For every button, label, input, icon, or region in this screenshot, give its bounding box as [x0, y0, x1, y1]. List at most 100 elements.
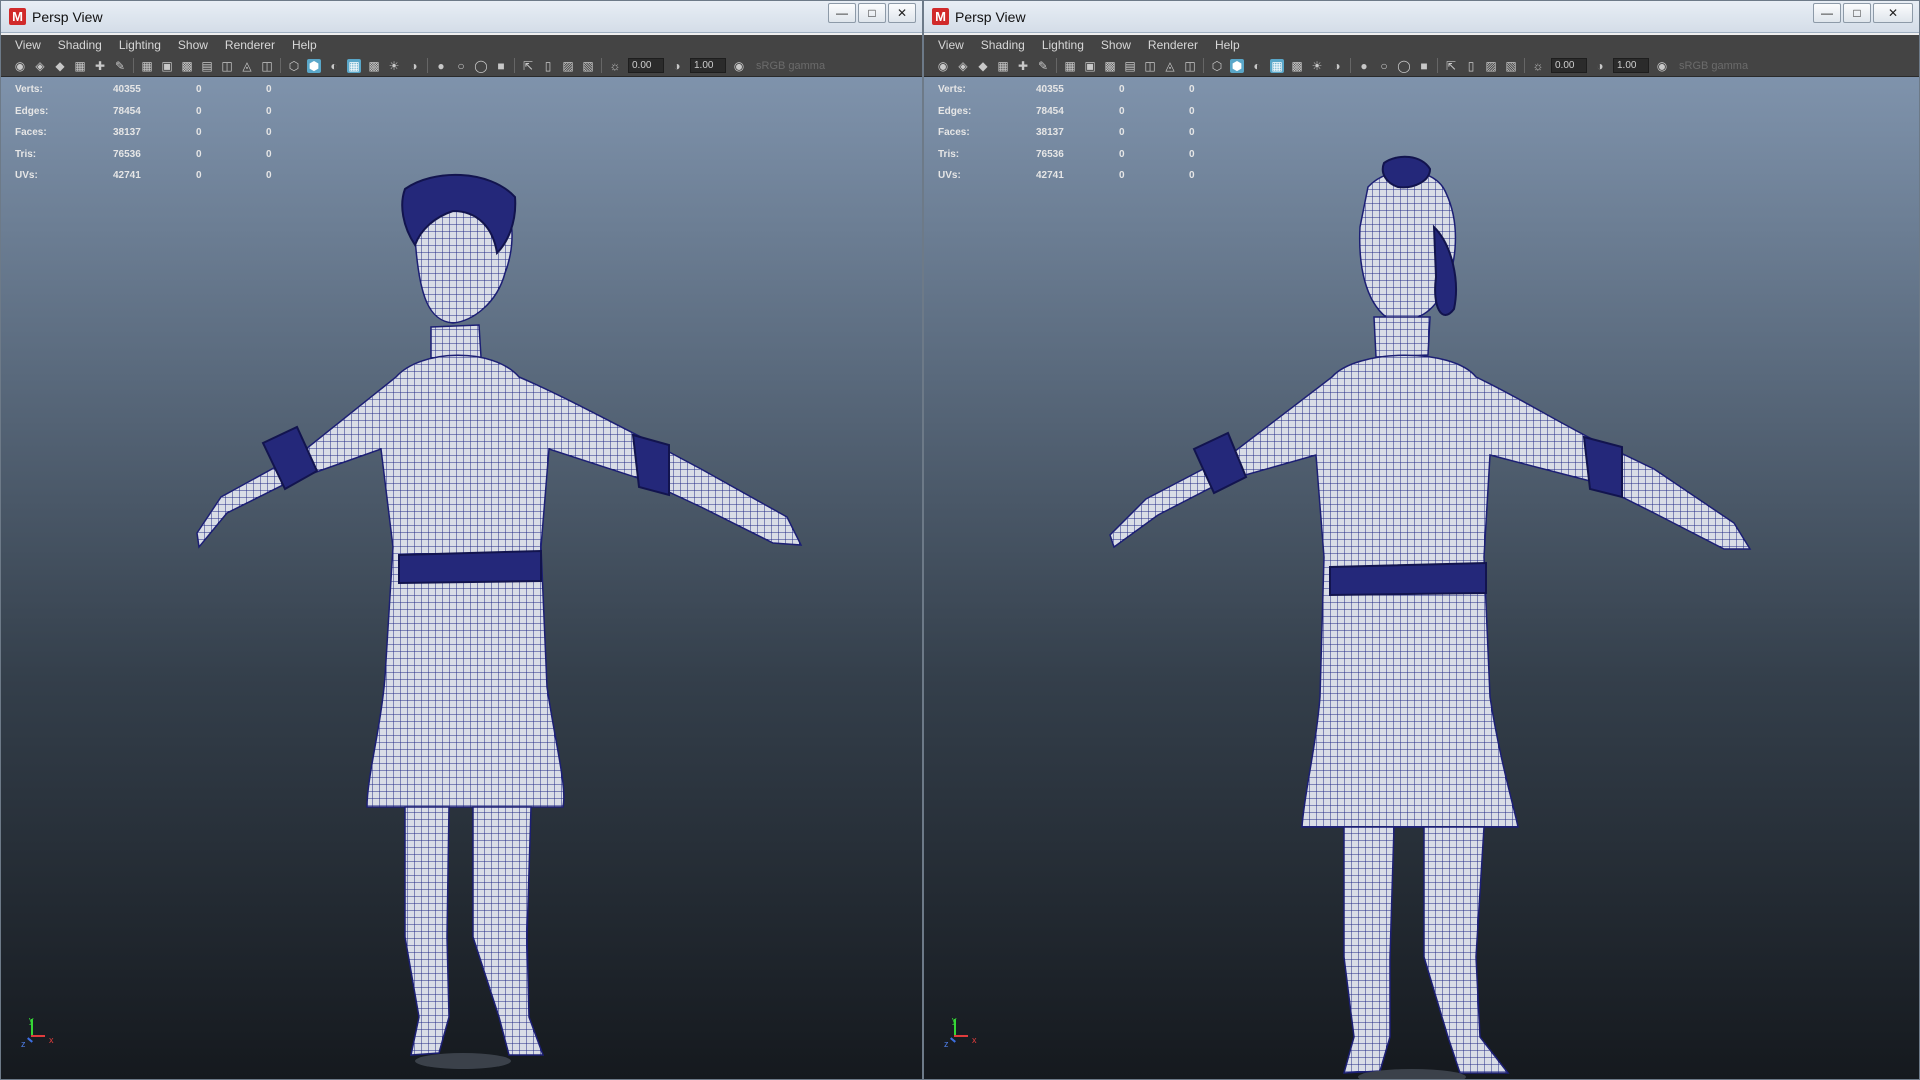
maximize-button[interactable]: □ [1843, 3, 1871, 23]
exposure-icon[interactable]: ☼ [608, 59, 622, 73]
menu-bar: View Shading Lighting Show Renderer Help [924, 35, 1919, 55]
lights-icon[interactable]: ☀ [387, 59, 401, 73]
grease-pencil-icon[interactable]: ✎ [1036, 59, 1050, 73]
menu-show[interactable]: Show [178, 35, 208, 55]
image-plane-icon[interactable]: ▦ [996, 59, 1010, 73]
gamma-field[interactable]: 1.00 [1613, 58, 1649, 73]
safe-title-icon[interactable]: ◫ [1183, 59, 1197, 73]
wireframe-icon[interactable]: ⬡ [1210, 59, 1224, 73]
wireframe-on-shaded-icon[interactable]: ▦ [1270, 58, 1284, 73]
backface-culling-icon[interactable]: ▧ [581, 59, 595, 73]
title-bar[interactable]: M Persp View — □ ✕ [1, 1, 922, 33]
menu-renderer[interactable]: Renderer [225, 35, 275, 55]
resolution-gate-icon[interactable]: ▩ [1103, 59, 1117, 73]
menu-help[interactable]: Help [292, 35, 317, 55]
grid-icon[interactable]: ▦ [1063, 59, 1077, 73]
close-button[interactable]: ✕ [888, 3, 916, 23]
depth-of-field-icon[interactable]: ■ [1417, 59, 1431, 73]
menu-shading[interactable]: Shading [58, 35, 102, 55]
menu-renderer[interactable]: Renderer [1148, 35, 1198, 55]
view-axis-indicator: y x z [944, 1015, 977, 1049]
panel-toolbar: ◉ ◈ ◆ ▦ ✚ ✎ ▦ ▣ ▩ ▤ ◫ ◬ ◫ ⬡ ⬢ ◐ ▦ ▩ ☀ ◑ … [924, 55, 1919, 77]
anti-alias-icon[interactable]: ◯ [474, 59, 488, 73]
film-gate-icon[interactable]: ▣ [160, 59, 174, 73]
default-material-icon[interactable]: ◐ [1250, 59, 1264, 73]
bookmark-icon[interactable]: ◆ [53, 59, 67, 73]
color-management-icon[interactable]: ◉ [1655, 59, 1669, 73]
isolate-select-icon[interactable]: ⇱ [521, 59, 535, 73]
exposure-field[interactable]: 0.00 [628, 58, 664, 73]
persp-view-window-right: M Persp View — □ ✕ View Shading Lighting… [923, 0, 1920, 1080]
minimize-button[interactable]: — [828, 3, 856, 23]
menu-lighting[interactable]: Lighting [1042, 35, 1084, 55]
textured-icon[interactable]: ▩ [1290, 59, 1304, 73]
panel-toolbar: ◉ ◈ ◆ ▦ ✚ ✎ ▦ ▣ ▩ ▤ ◫ ◬ ◫ ⬡ ⬢ ◐ ▦ ▩ ☀ ◑ … [1, 55, 922, 77]
lights-icon[interactable]: ☀ [1310, 59, 1324, 73]
shadows-icon[interactable]: ◑ [407, 59, 421, 73]
isolate-select-icon[interactable]: ⇱ [1444, 59, 1458, 73]
camera-attributes-icon[interactable]: ◈ [956, 59, 970, 73]
color-space-label[interactable]: sRGB gamma [752, 60, 825, 72]
wireframe-icon[interactable]: ⬡ [287, 59, 301, 73]
menu-view[interactable]: View [15, 35, 41, 55]
color-space-label[interactable]: sRGB gamma [1675, 60, 1748, 72]
two-d-pan-icon[interactable]: ✚ [93, 59, 107, 73]
shadows-icon[interactable]: ◑ [1330, 59, 1344, 73]
menu-bar: View Shading Lighting Show Renderer Help [1, 35, 922, 55]
minimize-button[interactable]: — [1813, 3, 1841, 23]
xray-joints-icon[interactable]: ▨ [561, 59, 575, 73]
character-mesh-back[interactable] [924, 77, 1919, 1079]
motion-blur-icon[interactable]: ○ [1377, 59, 1391, 73]
backface-culling-icon[interactable]: ▧ [1504, 59, 1518, 73]
title-bar[interactable]: M Persp View — □ ✕ [924, 1, 1919, 33]
textured-icon[interactable]: ▩ [367, 59, 381, 73]
default-material-icon[interactable]: ◐ [327, 59, 341, 73]
grid-icon[interactable]: ▦ [140, 59, 154, 73]
field-chart-icon[interactable]: ◫ [220, 59, 234, 73]
xray-icon[interactable]: ▯ [541, 59, 555, 73]
camera-attributes-icon[interactable]: ◈ [33, 59, 47, 73]
viewport-persp-back[interactable]: Verts: 40355 0 0 Edges: 78454 0 0 Faces: 38137 0… [924, 77, 1919, 1079]
menu-help[interactable]: Help [1215, 35, 1240, 55]
gate-mask-icon[interactable]: ▤ [1123, 59, 1137, 73]
viewport-persp-front[interactable]: Verts: 40355 0 0 Edges: 78454 0 0 Faces: 38137 0… [1, 77, 922, 1079]
view-axis-indicator: y x z [21, 1015, 54, 1049]
grease-pencil-icon[interactable]: ✎ [113, 59, 127, 73]
safe-action-icon[interactable]: ◬ [240, 59, 254, 73]
safe-title-icon[interactable]: ◫ [260, 59, 274, 73]
safe-action-icon[interactable]: ◬ [1163, 59, 1177, 73]
smooth-shade-icon[interactable]: ⬢ [307, 58, 321, 73]
screen-space-ao-icon[interactable]: ● [1357, 59, 1371, 73]
wireframe-on-shaded-icon[interactable]: ▦ [347, 58, 361, 73]
menu-shading[interactable]: Shading [981, 35, 1025, 55]
field-chart-icon[interactable]: ◫ [1143, 59, 1157, 73]
character-mesh-front[interactable] [1, 77, 922, 1079]
image-plane-icon[interactable]: ▦ [73, 59, 87, 73]
film-gate-icon[interactable]: ▣ [1083, 59, 1097, 73]
gamma-icon[interactable]: ◑ [1593, 59, 1607, 73]
close-button[interactable]: ✕ [1873, 3, 1913, 23]
maximize-button[interactable]: □ [858, 3, 886, 23]
anti-alias-icon[interactable]: ◯ [1397, 59, 1411, 73]
depth-of-field-icon[interactable]: ■ [494, 59, 508, 73]
bookmark-icon[interactable]: ◆ [976, 59, 990, 73]
two-d-pan-icon[interactable]: ✚ [1016, 59, 1030, 73]
gamma-field[interactable]: 1.00 [690, 58, 726, 73]
xray-icon[interactable]: ▯ [1464, 59, 1478, 73]
gamma-icon[interactable]: ◑ [670, 59, 684, 73]
xray-joints-icon[interactable]: ▨ [1484, 59, 1498, 73]
exposure-icon[interactable]: ☼ [1531, 59, 1545, 73]
screen-space-ao-icon[interactable]: ● [434, 59, 448, 73]
window-title: Persp View [955, 9, 1026, 25]
resolution-gate-icon[interactable]: ▩ [180, 59, 194, 73]
motion-blur-icon[interactable]: ○ [454, 59, 468, 73]
menu-lighting[interactable]: Lighting [119, 35, 161, 55]
camera-icon[interactable]: ◉ [936, 59, 950, 73]
camera-icon[interactable]: ◉ [13, 59, 27, 73]
exposure-field[interactable]: 0.00 [1551, 58, 1587, 73]
smooth-shade-icon[interactable]: ⬢ [1230, 58, 1244, 73]
gate-mask-icon[interactable]: ▤ [200, 59, 214, 73]
menu-view[interactable]: View [938, 35, 964, 55]
menu-show[interactable]: Show [1101, 35, 1131, 55]
color-management-icon[interactable]: ◉ [732, 59, 746, 73]
